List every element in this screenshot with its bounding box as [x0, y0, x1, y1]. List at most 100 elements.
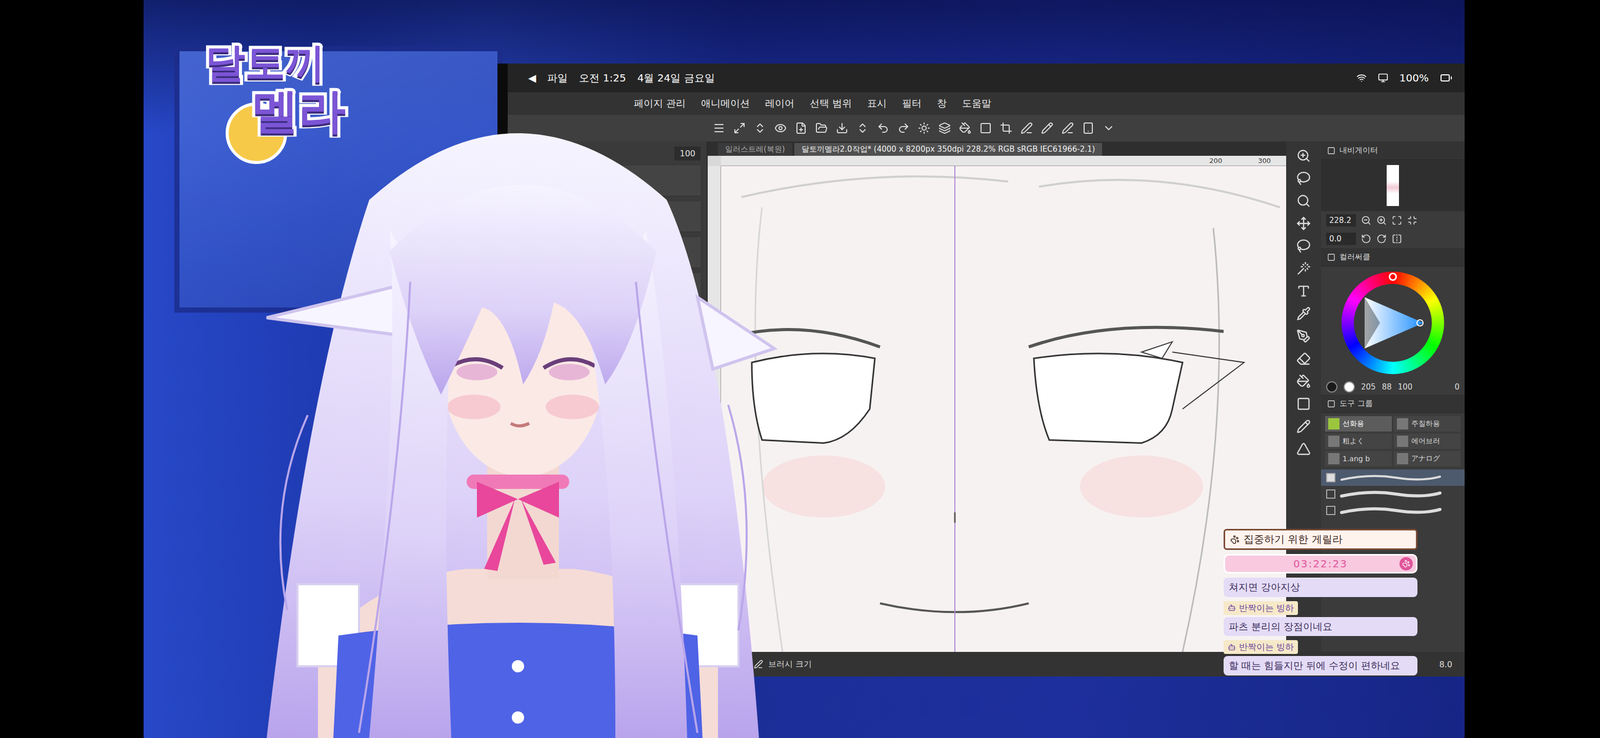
gradient-icon[interactable] — [1296, 396, 1311, 412]
undo-icon[interactable] — [876, 122, 890, 135]
tool-group-item[interactable]: 에어브러 — [1393, 433, 1461, 450]
command-bar — [507, 114, 1465, 142]
eraser-icon[interactable] — [1296, 351, 1311, 367]
color-values: 205881000 — [1321, 379, 1465, 395]
brush-stroke-icon — [1339, 489, 1443, 500]
brush-checkbox[interactable] — [1326, 489, 1336, 499]
channel-logo: 달토끼멜라 — [205, 41, 380, 137]
brush-stroke-icon — [1339, 505, 1443, 516]
color-wheel[interactable] — [1341, 271, 1445, 375]
chat-author: 반짝이는 빙하 — [1223, 601, 1298, 616]
tool-group-item[interactable]: 주칠하용 — [1393, 416, 1461, 432]
brush-row[interactable] — [1321, 502, 1465, 519]
menu-item[interactable]: 창 — [936, 96, 947, 111]
menu-item[interactable]: 필터 — [902, 96, 922, 111]
rotate-right-icon[interactable] — [1376, 233, 1387, 245]
arrows-icon[interactable] — [856, 122, 869, 135]
chat-overlay: 집중하기 위한 게릴라03:22:23쳐지면 강아지상반짝이는 빙하파츠 분리의… — [1223, 529, 1418, 676]
move-icon[interactable] — [1296, 216, 1311, 231]
ruler-label: 200 — [1209, 156, 1223, 165]
navigator-preview[interactable] — [1321, 160, 1465, 212]
logo-line: 달토끼 — [205, 41, 326, 86]
arrows-icon[interactable] — [753, 122, 767, 135]
stream-frame: 달토끼멜라◀파일오전 1:254월 24일 금요일100%페이지 관리애니메이션… — [143, 0, 1465, 738]
tool-icon — [1396, 453, 1409, 465]
tool-group-item[interactable]: アナログ — [1393, 451, 1461, 467]
stream-title: 집중하기 위한 게릴라 — [1223, 529, 1418, 551]
pen-icon[interactable] — [1296, 329, 1311, 344]
fill-icon[interactable] — [1296, 374, 1311, 389]
color-swatch[interactable] — [1343, 381, 1355, 393]
chevron-down-icon[interactable] — [1102, 122, 1115, 135]
search-icon[interactable] — [1296, 193, 1311, 209]
save-icon[interactable] — [835, 122, 849, 135]
pipette-icon[interactable] — [1296, 306, 1311, 322]
brush-size-value[interactable]: 8.0 — [1439, 660, 1453, 670]
zoom-in-icon[interactable] — [1376, 215, 1387, 226]
fullscreen-icon[interactable] — [733, 122, 746, 135]
color-value: 205 — [1361, 382, 1376, 392]
menu-item[interactable]: 페이지 관리 — [633, 96, 686, 111]
tool-icon — [1396, 435, 1409, 448]
tool-group-item[interactable]: 粗よく — [1325, 433, 1392, 450]
flip-icon[interactable] — [1391, 233, 1403, 245]
actual-size-icon[interactable] — [1407, 215, 1418, 226]
lasso-icon[interactable] — [1296, 171, 1311, 186]
text-icon[interactable] — [1296, 284, 1311, 299]
document-tabs: 일러스트레(복원)달토끼멜라2.0작업* (4000 x 8200px 350d… — [707, 141, 1287, 156]
pen-line-icon[interactable] — [1061, 122, 1074, 135]
color-triangle[interactable] — [1359, 292, 1427, 354]
pencil-icon[interactable] — [1041, 122, 1054, 135]
canvas-sketch[interactable] — [721, 166, 1287, 653]
pen-line-icon[interactable] — [1020, 122, 1033, 135]
opacity-field[interactable]: 100 — [674, 146, 701, 161]
new-file-icon[interactable] — [794, 122, 808, 135]
rotate-left-icon[interactable] — [1361, 233, 1372, 245]
chat-text: 파츠 분리의 장점이네요 — [1223, 617, 1418, 637]
redo-icon[interactable] — [897, 122, 910, 135]
fill-icon[interactable] — [958, 122, 972, 135]
menu-icon[interactable] — [712, 122, 726, 135]
document-tab[interactable]: 일러스트레(복원) — [717, 143, 793, 156]
tool-group-item[interactable]: 1.ang b — [1325, 451, 1392, 467]
open-folder-icon[interactable] — [815, 122, 828, 135]
tool-icon — [1328, 453, 1340, 465]
zoom-out-icon[interactable] — [1361, 215, 1372, 226]
canvas[interactable] — [721, 166, 1287, 653]
crop-icon[interactable] — [1000, 122, 1013, 135]
fit-icon[interactable] — [1391, 215, 1403, 226]
color-swatch[interactable] — [1326, 381, 1338, 393]
figure-icon[interactable] — [1296, 419, 1311, 434]
hue-marker[interactable] — [1388, 272, 1397, 282]
paw-icon — [1230, 535, 1240, 545]
menu-item[interactable]: 선택 범위 — [809, 96, 852, 111]
brush-checkbox[interactable] — [1326, 506, 1336, 516]
square-icon[interactable] — [979, 122, 992, 135]
wand-icon[interactable] — [1296, 261, 1311, 276]
user-badge-icon — [1227, 604, 1236, 613]
angle-field[interactable]: 0.0 — [1326, 232, 1356, 246]
menu-item[interactable]: 도움말 — [962, 96, 992, 111]
back-button[interactable]: ◀ — [528, 71, 536, 85]
triangle-icon[interactable] — [1296, 442, 1311, 457]
brush-row[interactable] — [1321, 469, 1465, 487]
brush-checkbox[interactable] — [1326, 473, 1336, 483]
tablet-icon[interactable] — [1082, 122, 1095, 135]
tool-group-item[interactable]: 선화용 — [1325, 416, 1392, 432]
sun-icon[interactable] — [917, 122, 931, 135]
menu-item[interactable]: 표시 — [867, 96, 887, 111]
document-tab[interactable]: 달토끼멜라2.0작업* (4000 x 8200px 350dpi 228.2%… — [794, 143, 1103, 156]
screen-icon — [1377, 72, 1389, 84]
zoom-field[interactable]: 228.2 — [1326, 214, 1356, 227]
menu-item[interactable]: 레이어 — [765, 96, 795, 111]
brush-stroke-icon — [1339, 472, 1443, 484]
color-extra: 0 — [1454, 382, 1460, 392]
layers-icon[interactable] — [938, 122, 951, 135]
selection-icon[interactable] — [1296, 238, 1311, 254]
menu-item[interactable]: 애니메이션 — [701, 96, 750, 111]
brush-row[interactable] — [1321, 486, 1465, 503]
zoom-icon[interactable] — [1296, 148, 1311, 164]
tool-strip — [1286, 141, 1322, 653]
chat-message: 반짝이는 빙하할 때는 힘들지만 뒤에 수정이 편하네요 — [1223, 640, 1418, 676]
eye-icon[interactable] — [774, 122, 787, 135]
